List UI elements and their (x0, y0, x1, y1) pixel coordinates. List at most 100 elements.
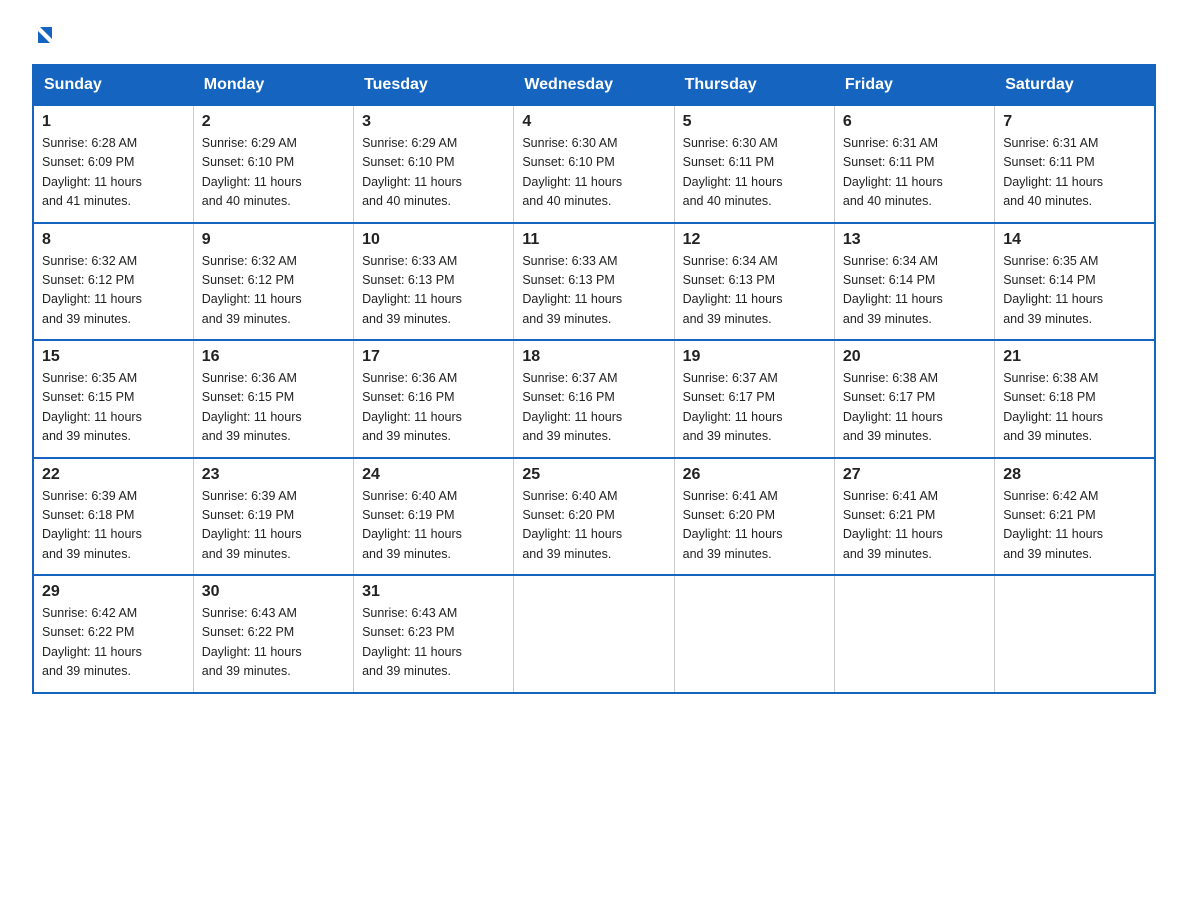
table-row: 1 Sunrise: 6:28 AMSunset: 6:09 PMDayligh… (33, 105, 193, 223)
table-row (514, 575, 674, 693)
day-number: 6 (843, 113, 986, 131)
table-row: 2 Sunrise: 6:29 AMSunset: 6:10 PMDayligh… (193, 105, 353, 223)
table-row: 22 Sunrise: 6:39 AMSunset: 6:18 PMDaylig… (33, 458, 193, 576)
day-info: Sunrise: 6:37 AMSunset: 6:16 PMDaylight:… (522, 371, 622, 443)
day-number: 9 (202, 231, 345, 249)
table-row: 21 Sunrise: 6:38 AMSunset: 6:18 PMDaylig… (995, 340, 1155, 458)
day-info: Sunrise: 6:42 AMSunset: 6:21 PMDaylight:… (1003, 489, 1103, 561)
day-info: Sunrise: 6:30 AMSunset: 6:11 PMDaylight:… (683, 136, 783, 208)
day-info: Sunrise: 6:31 AMSunset: 6:11 PMDaylight:… (843, 136, 943, 208)
day-number: 30 (202, 583, 345, 601)
day-number: 3 (362, 113, 505, 131)
table-row: 27 Sunrise: 6:41 AMSunset: 6:21 PMDaylig… (834, 458, 994, 576)
calendar-header: Sunday Monday Tuesday Wednesday Thursday… (33, 65, 1155, 105)
table-row: 28 Sunrise: 6:42 AMSunset: 6:21 PMDaylig… (995, 458, 1155, 576)
day-number: 14 (1003, 231, 1146, 249)
logo-triangle-icon (34, 24, 56, 46)
day-info: Sunrise: 6:37 AMSunset: 6:17 PMDaylight:… (683, 371, 783, 443)
table-row: 23 Sunrise: 6:39 AMSunset: 6:19 PMDaylig… (193, 458, 353, 576)
day-number: 11 (522, 231, 665, 249)
table-row: 6 Sunrise: 6:31 AMSunset: 6:11 PMDayligh… (834, 105, 994, 223)
day-info: Sunrise: 6:32 AMSunset: 6:12 PMDaylight:… (42, 254, 142, 326)
day-info: Sunrise: 6:35 AMSunset: 6:14 PMDaylight:… (1003, 254, 1103, 326)
day-number: 26 (683, 466, 826, 484)
day-info: Sunrise: 6:41 AMSunset: 6:20 PMDaylight:… (683, 489, 783, 561)
day-number: 20 (843, 348, 986, 366)
day-number: 2 (202, 113, 345, 131)
calendar-body: 1 Sunrise: 6:28 AMSunset: 6:09 PMDayligh… (33, 105, 1155, 693)
table-row: 15 Sunrise: 6:35 AMSunset: 6:15 PMDaylig… (33, 340, 193, 458)
calendar-week-row: 29 Sunrise: 6:42 AMSunset: 6:22 PMDaylig… (33, 575, 1155, 693)
day-info: Sunrise: 6:38 AMSunset: 6:17 PMDaylight:… (843, 371, 943, 443)
table-row: 11 Sunrise: 6:33 AMSunset: 6:13 PMDaylig… (514, 223, 674, 341)
table-row: 14 Sunrise: 6:35 AMSunset: 6:14 PMDaylig… (995, 223, 1155, 341)
table-row: 13 Sunrise: 6:34 AMSunset: 6:14 PMDaylig… (834, 223, 994, 341)
day-number: 4 (522, 113, 665, 131)
calendar-week-row: 22 Sunrise: 6:39 AMSunset: 6:18 PMDaylig… (33, 458, 1155, 576)
day-number: 17 (362, 348, 505, 366)
table-row: 25 Sunrise: 6:40 AMSunset: 6:20 PMDaylig… (514, 458, 674, 576)
table-row: 31 Sunrise: 6:43 AMSunset: 6:23 PMDaylig… (354, 575, 514, 693)
day-number: 10 (362, 231, 505, 249)
day-number: 31 (362, 583, 505, 601)
table-row: 7 Sunrise: 6:31 AMSunset: 6:11 PMDayligh… (995, 105, 1155, 223)
table-row: 20 Sunrise: 6:38 AMSunset: 6:17 PMDaylig… (834, 340, 994, 458)
col-saturday: Saturday (995, 65, 1155, 105)
col-monday: Monday (193, 65, 353, 105)
calendar-week-row: 15 Sunrise: 6:35 AMSunset: 6:15 PMDaylig… (33, 340, 1155, 458)
day-info: Sunrise: 6:29 AMSunset: 6:10 PMDaylight:… (362, 136, 462, 208)
table-row: 17 Sunrise: 6:36 AMSunset: 6:16 PMDaylig… (354, 340, 514, 458)
day-info: Sunrise: 6:42 AMSunset: 6:22 PMDaylight:… (42, 606, 142, 678)
calendar-week-row: 8 Sunrise: 6:32 AMSunset: 6:12 PMDayligh… (33, 223, 1155, 341)
day-info: Sunrise: 6:34 AMSunset: 6:14 PMDaylight:… (843, 254, 943, 326)
table-row: 26 Sunrise: 6:41 AMSunset: 6:20 PMDaylig… (674, 458, 834, 576)
day-info: Sunrise: 6:36 AMSunset: 6:16 PMDaylight:… (362, 371, 462, 443)
day-info: Sunrise: 6:41 AMSunset: 6:21 PMDaylight:… (843, 489, 943, 561)
day-info: Sunrise: 6:34 AMSunset: 6:13 PMDaylight:… (683, 254, 783, 326)
day-info: Sunrise: 6:36 AMSunset: 6:15 PMDaylight:… (202, 371, 302, 443)
day-info: Sunrise: 6:39 AMSunset: 6:18 PMDaylight:… (42, 489, 142, 561)
table-row: 10 Sunrise: 6:33 AMSunset: 6:13 PMDaylig… (354, 223, 514, 341)
day-info: Sunrise: 6:39 AMSunset: 6:19 PMDaylight:… (202, 489, 302, 561)
day-info: Sunrise: 6:28 AMSunset: 6:09 PMDaylight:… (42, 136, 142, 208)
table-row (674, 575, 834, 693)
day-number: 5 (683, 113, 826, 131)
calendar-week-row: 1 Sunrise: 6:28 AMSunset: 6:09 PMDayligh… (33, 105, 1155, 223)
table-row: 9 Sunrise: 6:32 AMSunset: 6:12 PMDayligh… (193, 223, 353, 341)
col-wednesday: Wednesday (514, 65, 674, 105)
day-info: Sunrise: 6:33 AMSunset: 6:13 PMDaylight:… (362, 254, 462, 326)
day-number: 22 (42, 466, 185, 484)
day-info: Sunrise: 6:40 AMSunset: 6:20 PMDaylight:… (522, 489, 622, 561)
day-number: 25 (522, 466, 665, 484)
table-row: 24 Sunrise: 6:40 AMSunset: 6:19 PMDaylig… (354, 458, 514, 576)
day-header-row: Sunday Monday Tuesday Wednesday Thursday… (33, 65, 1155, 105)
day-number: 24 (362, 466, 505, 484)
day-info: Sunrise: 6:32 AMSunset: 6:12 PMDaylight:… (202, 254, 302, 326)
day-number: 8 (42, 231, 185, 249)
table-row: 29 Sunrise: 6:42 AMSunset: 6:22 PMDaylig… (33, 575, 193, 693)
day-info: Sunrise: 6:40 AMSunset: 6:19 PMDaylight:… (362, 489, 462, 561)
day-number: 15 (42, 348, 185, 366)
day-number: 23 (202, 466, 345, 484)
day-info: Sunrise: 6:29 AMSunset: 6:10 PMDaylight:… (202, 136, 302, 208)
day-number: 19 (683, 348, 826, 366)
table-row (995, 575, 1155, 693)
col-thursday: Thursday (674, 65, 834, 105)
day-info: Sunrise: 6:33 AMSunset: 6:13 PMDaylight:… (522, 254, 622, 326)
day-number: 1 (42, 113, 185, 131)
table-row: 4 Sunrise: 6:30 AMSunset: 6:10 PMDayligh… (514, 105, 674, 223)
day-info: Sunrise: 6:43 AMSunset: 6:22 PMDaylight:… (202, 606, 302, 678)
table-row: 12 Sunrise: 6:34 AMSunset: 6:13 PMDaylig… (674, 223, 834, 341)
col-sunday: Sunday (33, 65, 193, 105)
day-number: 12 (683, 231, 826, 249)
day-number: 13 (843, 231, 986, 249)
day-info: Sunrise: 6:38 AMSunset: 6:18 PMDaylight:… (1003, 371, 1103, 443)
table-row: 16 Sunrise: 6:36 AMSunset: 6:15 PMDaylig… (193, 340, 353, 458)
table-row: 5 Sunrise: 6:30 AMSunset: 6:11 PMDayligh… (674, 105, 834, 223)
day-number: 28 (1003, 466, 1146, 484)
day-info: Sunrise: 6:30 AMSunset: 6:10 PMDaylight:… (522, 136, 622, 208)
day-info: Sunrise: 6:31 AMSunset: 6:11 PMDaylight:… (1003, 136, 1103, 208)
calendar-table: Sunday Monday Tuesday Wednesday Thursday… (32, 64, 1156, 694)
col-tuesday: Tuesday (354, 65, 514, 105)
day-number: 21 (1003, 348, 1146, 366)
